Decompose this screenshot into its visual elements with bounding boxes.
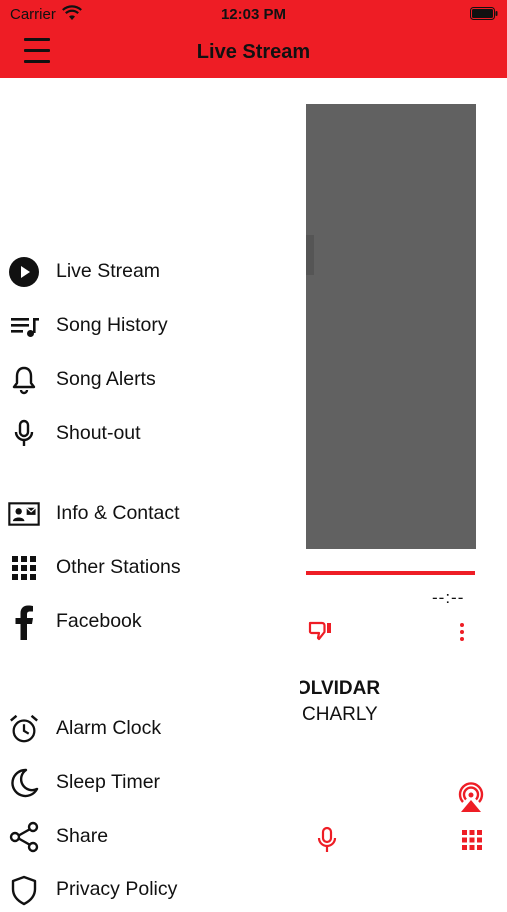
menu-item-label: Other Stations: [56, 556, 181, 578]
song-artist: CHARLY: [302, 704, 378, 725]
artwork-handle: [306, 235, 314, 275]
menu-item-other-stations[interactable]: Other Stations: [0, 546, 300, 590]
navigation-bar: Carrier 12:03 PM Live Stream: [0, 0, 507, 78]
menu-item-label: Live Stream: [56, 260, 161, 282]
song-title: OLVIDAR: [300, 678, 381, 699]
menu-item-alarm-clock[interactable]: Alarm Clock: [0, 707, 300, 751]
thumbs-down-icon[interactable]: [308, 620, 334, 642]
menu-item-label: Alarm Clock: [56, 717, 162, 739]
menu-item-privacy-policy[interactable]: Privacy Policy: [0, 868, 300, 912]
menu-item-share[interactable]: Share: [0, 815, 300, 859]
stations-grid-icon[interactable]: [462, 830, 482, 850]
menu-item-facebook[interactable]: Facebook: [0, 600, 300, 644]
side-menu: Live Stream Song History Song Alerts Sho…: [0, 78, 300, 906]
clock-label: 12:03 PM: [220, 6, 287, 23]
player-panel: --:-- OLVIDAR CHARLY: [300, 78, 507, 900]
menu-item-label: Info & Contact: [56, 502, 180, 524]
menu-item-live-stream[interactable]: Live Stream: [0, 250, 300, 294]
time-remaining: --:--: [432, 588, 465, 607]
menu-item-song-alerts[interactable]: Song Alerts: [0, 358, 300, 402]
menu-item-sleep-timer[interactable]: Sleep Timer: [0, 761, 300, 805]
play-circle-icon: [8, 256, 40, 288]
shout-out-mic-icon[interactable]: [316, 826, 338, 854]
microphone-icon: [8, 418, 40, 450]
grid-icon: [8, 552, 40, 584]
menu-item-label: Shout-out: [56, 422, 141, 444]
menu-item-info-contact[interactable]: Info & Contact: [0, 492, 300, 536]
battery-icon: [470, 7, 498, 20]
facebook-icon: [8, 605, 40, 640]
menu-item-shout-out[interactable]: Shout-out: [0, 412, 300, 456]
album-artwork: [306, 104, 476, 549]
playback-progress-bar[interactable]: [306, 571, 475, 575]
page-title: Live Stream: [196, 41, 311, 63]
contact-card-icon: [8, 498, 40, 530]
airplay-icon[interactable]: [454, 780, 488, 814]
menu-item-label: Song History: [56, 314, 168, 336]
alarm-clock-icon: [8, 713, 40, 745]
shield-icon: [8, 874, 40, 906]
bell-icon: [8, 364, 40, 396]
moon-icon: [8, 767, 40, 799]
menu-item-label: Share: [56, 825, 109, 847]
menu-item-song-history[interactable]: Song History: [0, 304, 300, 348]
more-options-icon[interactable]: [455, 621, 469, 643]
menu-item-label: Song Alerts: [56, 368, 156, 390]
menu-item-label: Sleep Timer: [56, 771, 161, 793]
share-icon: [8, 821, 40, 853]
menu-item-label: Privacy Policy: [56, 878, 178, 900]
playlist-icon: [8, 310, 40, 342]
menu-item-label: Facebook: [56, 610, 142, 632]
